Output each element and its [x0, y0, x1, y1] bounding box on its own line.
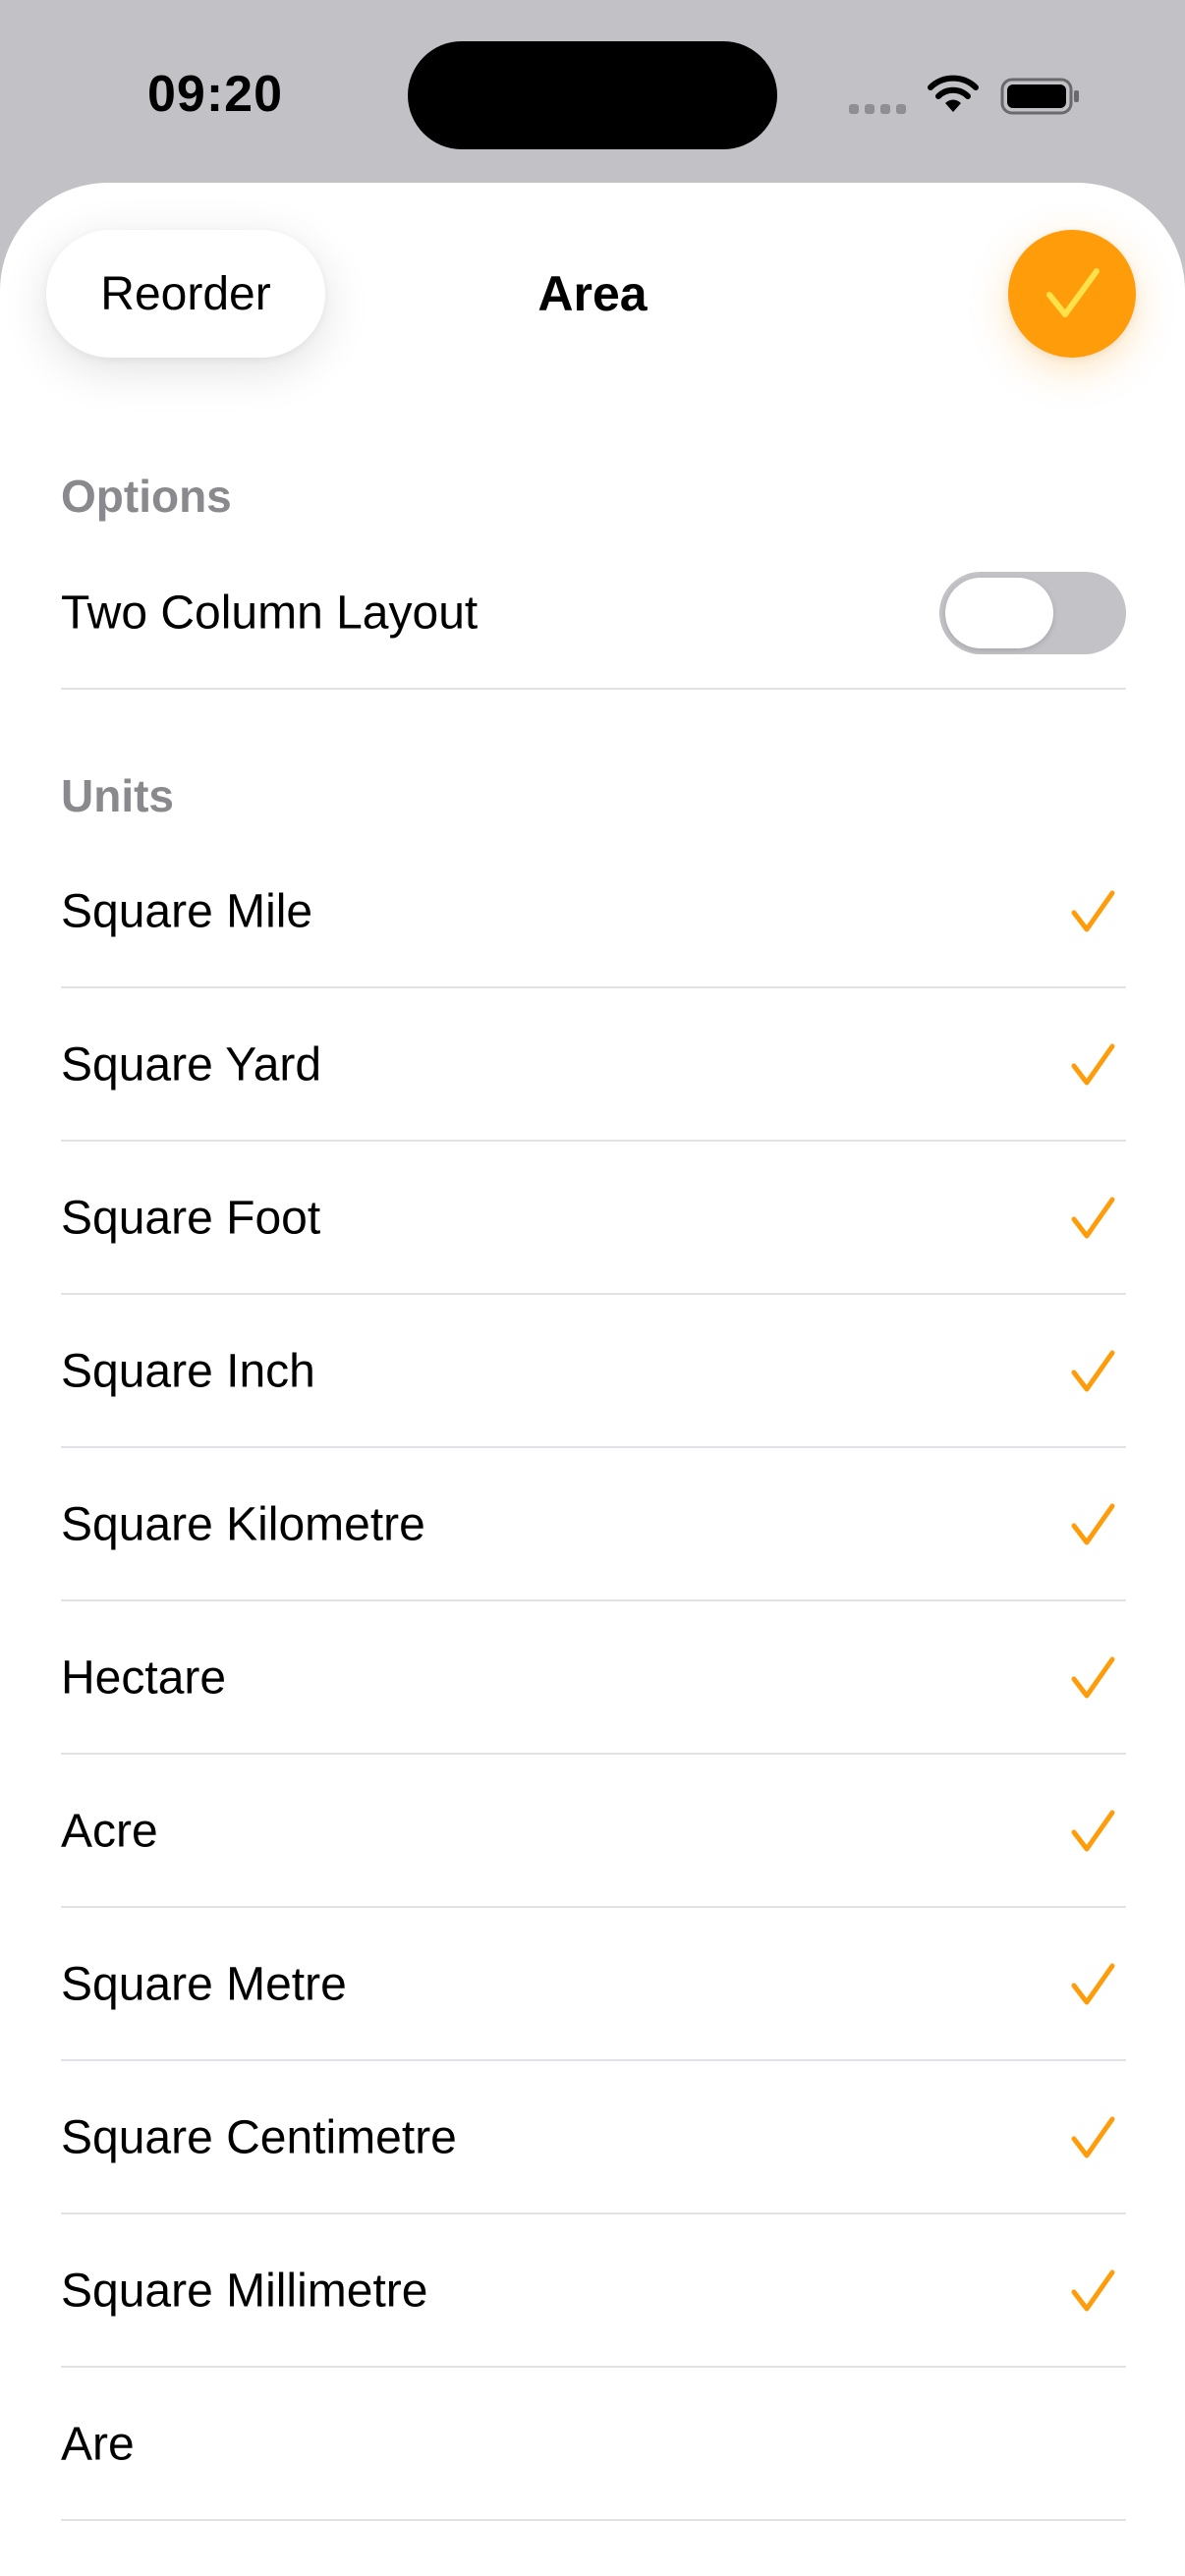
unit-row[interactable]: Square Centimetre [61, 2061, 1126, 2214]
unit-label: Square Kilometre [61, 1498, 425, 1551]
unit-label: Acre [61, 1805, 158, 1858]
unit-label: Square Mile [61, 885, 313, 938]
unit-label: Square Centimetre [61, 2111, 457, 2164]
checkmark-icon [1071, 1043, 1115, 1086]
checkmark-icon [1071, 1503, 1115, 1545]
unit-row[interactable]: Square Inch [61, 1295, 1126, 1448]
unit-label: Hectare [61, 1652, 227, 1705]
reorder-button[interactable]: Reorder [46, 230, 325, 358]
unit-row[interactable]: Hectare [61, 1601, 1126, 1755]
unit-label: Square Metre [61, 1958, 347, 2011]
checkmark-icon [1071, 1963, 1115, 2005]
unit-label: Square Yard [61, 1038, 322, 1092]
wifi-icon [928, 75, 979, 112]
toggle-knob [945, 578, 1053, 648]
checkmark-icon [1071, 1656, 1115, 1699]
checkmark-icon [1071, 1810, 1115, 1852]
status-time: 09:20 [147, 66, 283, 123]
unit-row[interactable]: Square Foot [61, 1142, 1126, 1295]
unit-row[interactable]: Square Yard [61, 988, 1126, 1142]
checkmark-icon [1071, 1350, 1115, 1392]
row-divider [61, 2519, 1126, 2521]
row-divider [61, 688, 1126, 690]
two-column-layout-row: Two Column Layout [61, 536, 1126, 690]
cellular-signal-icon [849, 104, 906, 114]
unit-label: Square Foot [61, 1192, 321, 1245]
checkmark-icon [1071, 2269, 1115, 2312]
units-section-header: Units [61, 770, 174, 821]
two-column-layout-toggle[interactable] [939, 572, 1126, 654]
status-bar: 09:20 [0, 0, 1185, 187]
two-column-layout-label: Two Column Layout [61, 587, 479, 640]
checkmark-icon [1071, 890, 1115, 932]
unit-label: Square Inch [61, 1345, 315, 1398]
dynamic-island [408, 41, 777, 149]
checkmark-icon [1046, 268, 1100, 317]
unit-row[interactable]: Square Metre [61, 1908, 1126, 2061]
done-button[interactable] [1008, 230, 1136, 358]
unit-row[interactable]: Are [61, 2368, 1126, 2521]
options-section-header: Options [61, 471, 232, 522]
unit-row[interactable]: Square Millimetre [61, 2214, 1126, 2368]
checkmark-icon [1071, 2116, 1115, 2158]
unit-label: Are [61, 2418, 135, 2471]
unit-row[interactable]: Square Kilometre [61, 1448, 1126, 1601]
unit-row[interactable]: Square Mile [61, 835, 1126, 988]
unit-label: Square Millimetre [61, 2265, 428, 2318]
area-sheet: Reorder Area Options Two Column Layout U… [0, 183, 1185, 2576]
checkmark-icon [1071, 1197, 1115, 1239]
unit-row[interactable]: Acre [61, 1755, 1126, 1908]
battery-icon [1000, 78, 1079, 115]
